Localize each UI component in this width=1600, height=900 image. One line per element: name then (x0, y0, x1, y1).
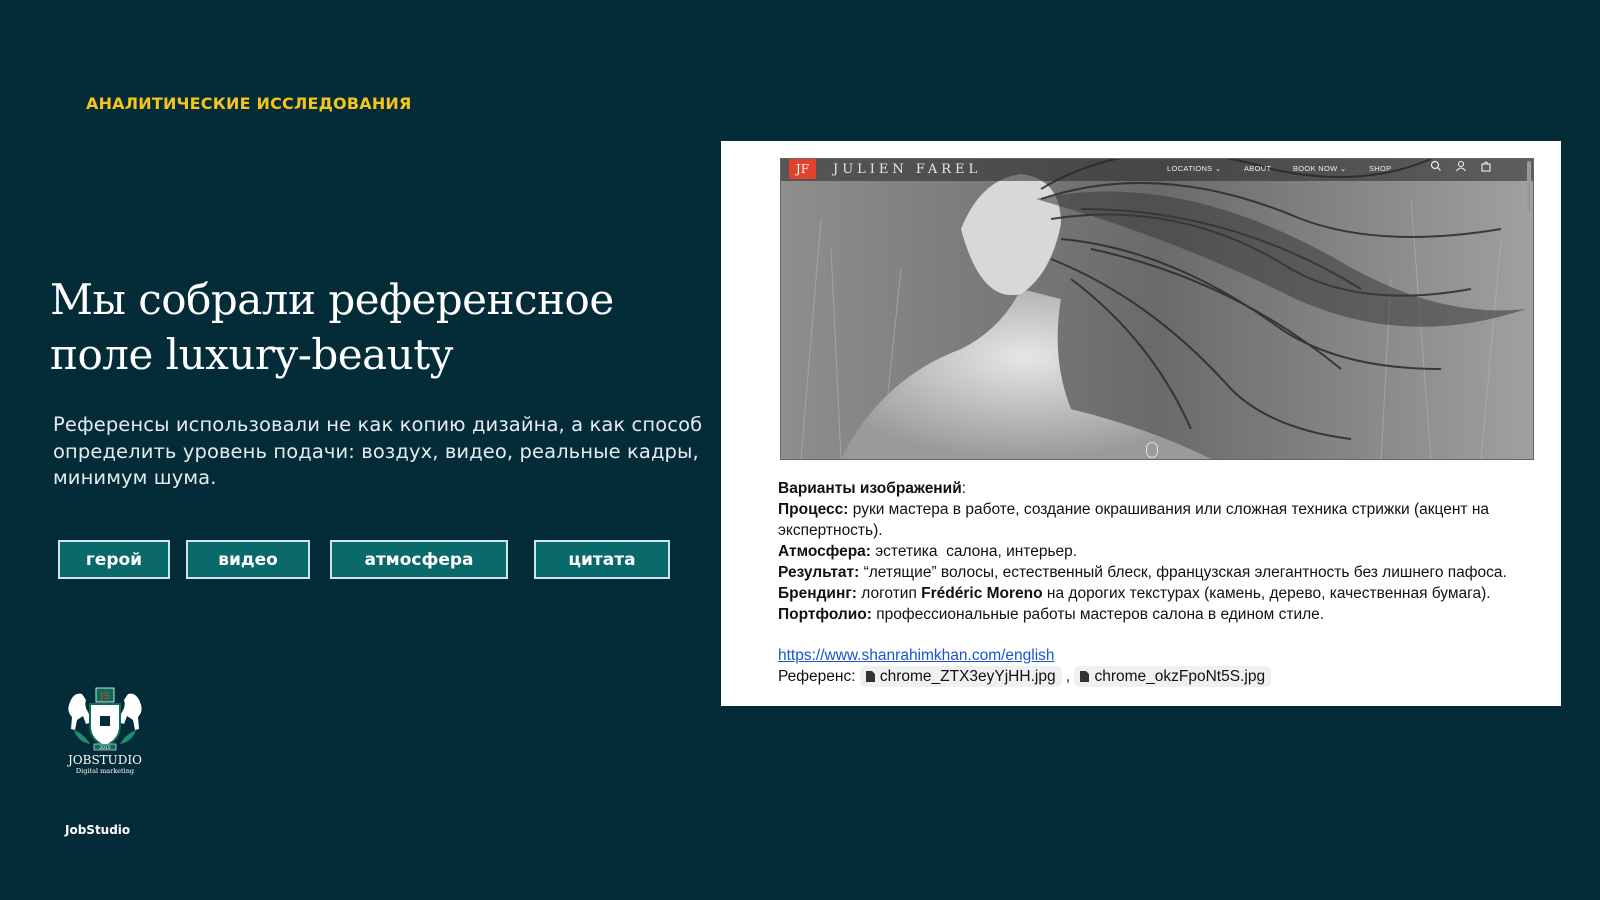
lead-paragraph: Референсы использовали не как копию диза… (53, 412, 703, 492)
file-chip[interactable]: chrome_ZTX3eyYjHH.jpg (859, 666, 1062, 688)
note-branding-label: Брендинг: (778, 585, 857, 602)
page-headline: Мы собрали референсное поле luxury-beaut… (50, 272, 690, 382)
tag-atmosphere[interactable]: атмосфера (330, 540, 508, 579)
note-portfolio: Портфолио: профессиональные работы масте… (778, 604, 1548, 625)
reference-scrollbar[interactable] (1527, 161, 1531, 211)
reference-card: JF JULIEN FAREL LOCATIONS ⌄ ABOUT BOOK N… (721, 141, 1561, 706)
logo-name: JOBSTUDIO (66, 753, 142, 767)
section-label: АНАЛИТИЧЕСКИЕ ИССЛЕДОВАНИЯ (86, 94, 412, 113)
user-icon[interactable] (1454, 159, 1468, 173)
note-process: Процесс: руки мастера в работе, создание… (778, 499, 1548, 541)
note-atmosphere-text: эстетика салона, интерьер. (870, 543, 1078, 560)
reference-files-label: Референс: (778, 668, 860, 685)
note-result-text: “летящие” волосы, естественный блеск, фр… (859, 564, 1507, 581)
note-portfolio-text: профессиональные работы мастеров салона … (871, 606, 1325, 623)
reference-site-name: JULIEN FAREL (833, 162, 982, 177)
reference-link[interactable]: https://www.shanrahimkhan.com/english (778, 647, 1055, 664)
lead-line-2: определить уровень подачи: воздух, видео… (53, 439, 699, 463)
tag-quote[interactable]: цитата (534, 540, 670, 579)
tag-video[interactable]: видео (186, 540, 310, 579)
headline-line-2: поле luxury-beauty (50, 330, 453, 379)
file-chip[interactable]: chrome_okzFpoNt5S.jpg (1074, 666, 1272, 688)
hero-photo (781, 159, 1533, 459)
reference-site-nav: JF JULIEN FAREL LOCATIONS ⌄ ABOUT BOOK N… (781, 159, 1533, 181)
search-icon[interactable] (1429, 159, 1443, 173)
nav-about[interactable]: ABOUT (1244, 164, 1271, 173)
tag-hero[interactable]: герой (58, 540, 170, 579)
note-process-label: Процесс: (778, 501, 849, 518)
notes-title-row: Варианты изображений: (778, 478, 1548, 499)
note-result: Результат: “летящие” волосы, естественны… (778, 562, 1548, 583)
footer-brand: JobStudio (65, 823, 131, 837)
logo-year: 2015 (99, 745, 111, 751)
logo-monogram: JS (99, 692, 110, 702)
nav-locations[interactable]: LOCATIONS ⌄ (1167, 164, 1221, 173)
file-icon (1080, 671, 1090, 683)
note-atmosphere-label: Атмосфера: (778, 543, 871, 560)
notes-title-suffix: : (961, 480, 967, 497)
note-result-label: Результат: (778, 564, 860, 581)
notes-title: Варианты изображений (778, 480, 962, 497)
notes-spacer (778, 625, 1548, 645)
file-chip-name: chrome_okzFpoNt5S.jpg (1094, 668, 1266, 686)
nav-book-now[interactable]: BOOK NOW ⌄ (1293, 164, 1346, 173)
crest-icon: JS 2015 JOBSTUDIO Digital marketing (66, 687, 142, 775)
nav-shop[interactable]: SHOP (1369, 164, 1391, 173)
note-branding-text-before: логотип (856, 585, 922, 602)
note-process-text: руки мастера в работе, создание окрашива… (778, 501, 1490, 539)
jobstudio-logo: JS 2015 JOBSTUDIO Digital marketing (60, 680, 150, 780)
file-separator: , (1061, 668, 1075, 685)
logo-tagline: Digital marketing (76, 767, 134, 775)
reference-site-logo: JF (789, 159, 816, 179)
bag-icon[interactable] (1479, 159, 1493, 173)
reference-screenshot: JF JULIEN FAREL LOCATIONS ⌄ ABOUT BOOK N… (780, 158, 1534, 460)
headline-line-1: Мы собрали референсное (50, 275, 614, 324)
note-branding-text-after: на дорогих текстурах (камень, дерево, ка… (1042, 585, 1491, 602)
lead-line-1: Референсы использовали не как копию диза… (53, 413, 703, 436)
note-atmosphere: Атмосфера: эстетика салона, интерьер. (778, 541, 1548, 562)
lead-line-3: минимум шума. (53, 466, 217, 489)
scroll-indicator-icon (1146, 442, 1158, 458)
note-branding: Брендинг: логотип Frédéric Moreno на дор… (778, 583, 1548, 604)
note-branding-highlight: Frédéric Moreno (921, 585, 1043, 602)
reference-files-row: Референс: chrome_ZTX3eyYjHH.jpg , chrome… (778, 666, 1548, 688)
file-chip-name: chrome_ZTX3eyYjHH.jpg (879, 668, 1056, 686)
file-icon (865, 671, 875, 683)
image-notes: Варианты изображений: Процесс: руки маст… (778, 478, 1548, 688)
note-portfolio-label: Портфолио: (778, 606, 872, 623)
